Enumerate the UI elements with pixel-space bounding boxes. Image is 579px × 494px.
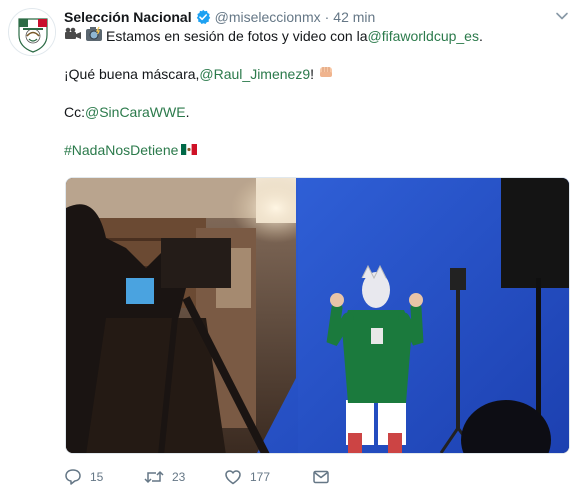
tweet-text-segment: Estamos en sesión de fotos y video con l… xyxy=(106,28,368,44)
user-handle[interactable]: @miseleccionmx xyxy=(215,9,321,25)
oncoming-fist-emoji xyxy=(318,64,334,85)
like-button[interactable]: 177 xyxy=(224,468,312,486)
mention-raul-jimenez9[interactable]: @Raul_Jimenez9 xyxy=(199,65,310,84)
tweet-header: Selección Nacional @miseleccionmx · 42 m… xyxy=(64,7,569,27)
mention-sincarawwe[interactable]: @SinCaraWWE xyxy=(85,103,186,122)
tweet-text-segment: ! xyxy=(310,66,315,82)
reply-icon xyxy=(64,468,82,486)
tweet-line-1: Estamos en sesión de fotos y video con l… xyxy=(64,26,569,47)
tweet-text: Estamos en sesión de fotos y video con l… xyxy=(64,26,569,160)
tweet-card: Selección Nacional @miseleccionmx · 42 m… xyxy=(0,0,579,494)
tweet-actions: 15 23 177 xyxy=(64,466,330,488)
reply-button[interactable]: 15 xyxy=(64,468,144,486)
heart-icon xyxy=(224,468,242,486)
mexico-crest-icon xyxy=(10,10,55,55)
retweet-count: 23 xyxy=(172,470,186,484)
video-thumbnail xyxy=(66,178,569,453)
display-name[interactable]: Selección Nacional xyxy=(64,9,192,25)
avatar[interactable] xyxy=(8,8,56,56)
tweet-text-segment: Cc: xyxy=(64,104,85,120)
verified-badge-icon xyxy=(195,9,211,25)
envelope-icon xyxy=(312,468,330,486)
like-count: 177 xyxy=(250,470,271,484)
reply-count: 15 xyxy=(90,470,104,484)
retweet-icon xyxy=(144,468,164,486)
tweet-text-segment: . xyxy=(478,28,483,44)
chevron-down-icon[interactable] xyxy=(555,9,569,23)
mention-fifaworldcup-es[interactable]: @fifaworldcup_es xyxy=(367,27,479,46)
hashtag-nadanosdetiene[interactable]: #NadaNosDetiene xyxy=(64,141,178,160)
tweet-line-4: #NadaNosDetiene xyxy=(64,141,569,160)
tweet-line-3: Cc: @SinCaraWWE . xyxy=(64,103,569,122)
video-camera-emoji xyxy=(64,27,82,46)
timestamp[interactable]: 42 min xyxy=(333,9,375,25)
mexico-flag-emoji xyxy=(181,141,198,160)
tweet-text-segment: . xyxy=(185,104,190,120)
direct-message-button[interactable] xyxy=(312,468,330,486)
separator-dot: · xyxy=(324,9,330,25)
tweet-line-2: ¡Qué buena máscara, @Raul_Jimenez9 ! xyxy=(64,65,569,84)
retweet-button[interactable]: 23 xyxy=(144,468,224,486)
tweet-text-segment: ¡Qué buena máscara, xyxy=(64,66,200,82)
tweet-video[interactable] xyxy=(65,177,570,454)
camera-flash-emoji xyxy=(85,26,103,47)
